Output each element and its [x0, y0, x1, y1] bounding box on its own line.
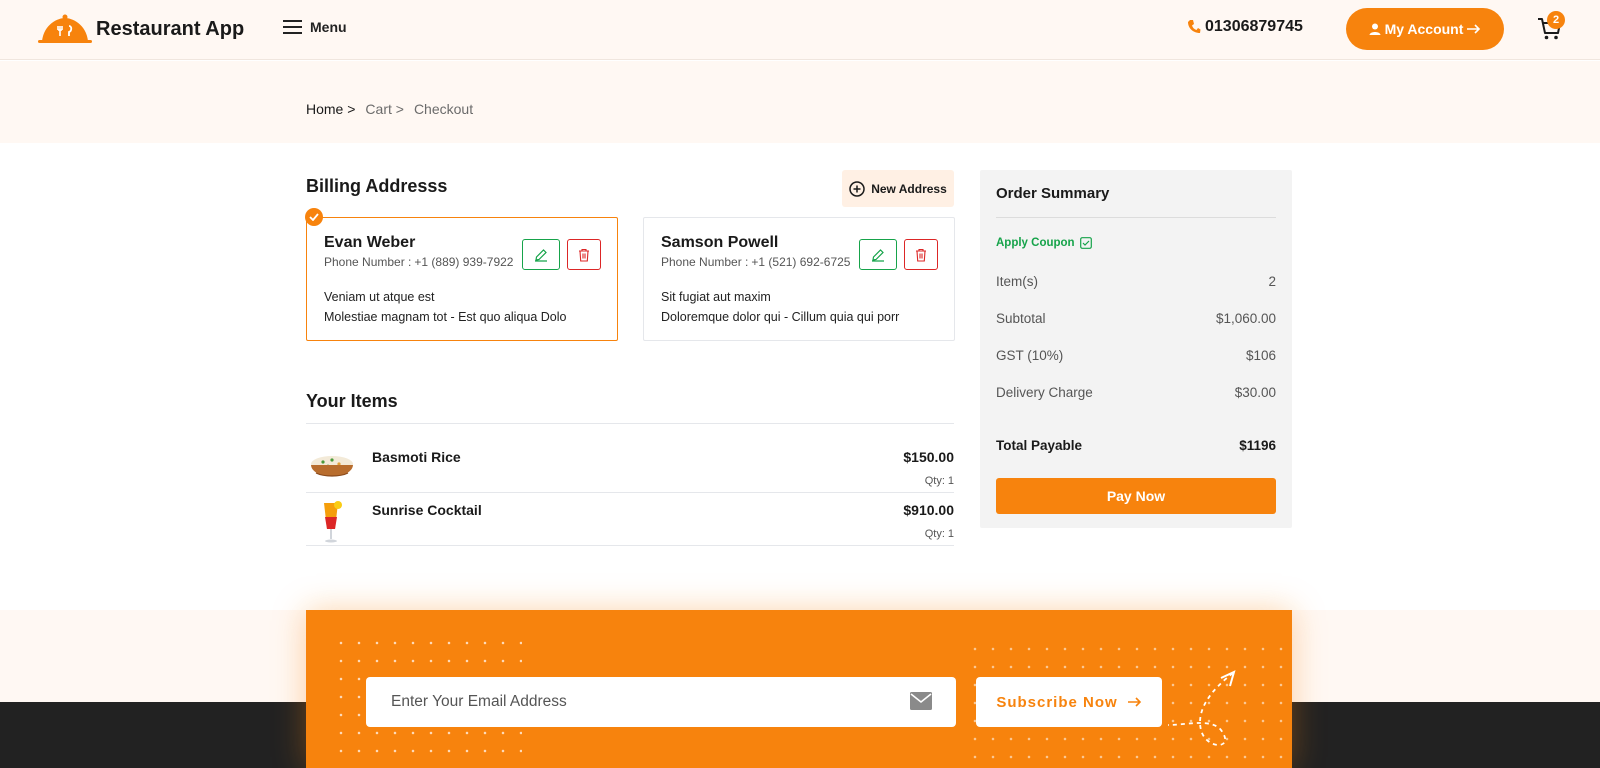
list-item: Sunrise Cocktail $910.00 Qty: 1	[306, 493, 954, 546]
address-phone: Phone Number : +1 (889) 939-7922	[324, 255, 513, 269]
arrow-right-icon	[1127, 697, 1141, 707]
delete-address-button[interactable]	[567, 239, 601, 270]
item-name: Sunrise Cocktail	[372, 502, 482, 518]
address-phone-value: +1 (521) 692-6725	[751, 255, 851, 269]
email-field[interactable]	[391, 693, 871, 711]
summary-row-gst: GST (10%) $106	[996, 348, 1276, 363]
your-items-title: Your Items	[306, 391, 398, 411]
summary-label: GST (10%)	[996, 348, 1064, 363]
newsletter-banner: Subscribe Now	[306, 610, 1292, 768]
address-phone: Phone Number : +1 (521) 692-6725	[661, 255, 850, 269]
address-name: Evan Weber	[324, 234, 416, 251]
subscribe-label: Subscribe Now	[996, 693, 1118, 711]
user-icon	[1369, 23, 1381, 35]
item-qty: Qty: 1	[925, 475, 954, 487]
pay-now-button[interactable]: Pay Now	[996, 478, 1276, 514]
address-card[interactable]: Evan Weber Phone Number : +1 (889) 939-7…	[306, 217, 618, 341]
total-value: $1196	[1239, 438, 1276, 453]
summary-value: $1,060.00	[1215, 311, 1276, 326]
summary-label: Item(s)	[996, 274, 1038, 289]
phone-prefix-label: Phone Number :	[661, 255, 749, 269]
summary-row-delivery: Delivery Charge $30.00	[996, 385, 1276, 400]
summary-label: Subtotal	[996, 311, 1046, 326]
phone-number: 01306879745	[1205, 18, 1303, 35]
address-card[interactable]: Samson Powell Phone Number : +1 (521) 69…	[643, 217, 955, 341]
coupon-check-icon	[1079, 237, 1092, 249]
item-qty: Qty: 1	[925, 528, 954, 540]
new-address-label: New Address	[871, 181, 947, 196]
item-qty-value: 1	[947, 475, 954, 487]
address-line-1: Veniam ut atque est	[324, 290, 435, 304]
app-name: Restaurant App	[96, 17, 245, 40]
menu-button[interactable]: Menu	[283, 19, 347, 35]
item-qty-value: 1	[947, 528, 954, 540]
phone-contact[interactable]: 01306879745	[1187, 18, 1303, 36]
pencil-icon	[872, 248, 884, 262]
paper-plane-doodle-icon	[1167, 670, 1236, 746]
breadcrumb-home[interactable]: Home >	[306, 101, 355, 117]
list-item: Basmoti Rice $150.00 Qty: 1	[306, 440, 954, 493]
breadcrumb-band: Home > Cart > Checkout	[0, 61, 1600, 143]
plus-circle-icon	[849, 180, 865, 197]
item-price: $150.00	[903, 449, 954, 465]
qty-prefix-label: Qty:	[924, 475, 945, 487]
summary-value: 2	[1268, 274, 1276, 289]
summary-row-subtotal: Subtotal $1,060.00	[996, 311, 1276, 326]
envelope-icon	[910, 692, 932, 710]
phone-icon	[1188, 20, 1201, 33]
address-name: Samson Powell	[661, 234, 779, 251]
order-summary-title: Order Summary	[996, 185, 1110, 202]
cloche-logo-icon	[38, 14, 92, 44]
new-address-button[interactable]: New Address	[842, 170, 954, 207]
subscribe-button[interactable]: Subscribe Now	[976, 677, 1162, 727]
qty-prefix-label: Qty:	[924, 528, 945, 540]
edit-address-button[interactable]	[522, 239, 560, 270]
divider	[996, 217, 1276, 218]
pencil-icon	[535, 248, 547, 262]
email-field-container	[366, 677, 956, 727]
billing-title: Billing Addresss	[306, 176, 448, 196]
edit-address-button[interactable]	[859, 239, 897, 270]
summary-value: $30.00	[1234, 385, 1276, 400]
address-phone-value: +1 (889) 939-7922	[414, 255, 514, 269]
arrow-right-icon	[1467, 24, 1481, 34]
menu-label: Menu	[310, 19, 347, 35]
apply-coupon-link[interactable]: Apply Coupon	[996, 237, 1092, 249]
item-name: Basmoti Rice	[372, 449, 461, 465]
cart-count-badge: 2	[1547, 11, 1565, 29]
breadcrumb-cart[interactable]: Cart >	[365, 101, 404, 117]
summary-label: Delivery Charge	[996, 385, 1093, 400]
summary-row-items: Item(s) 2	[996, 274, 1276, 289]
summary-row-total: Total Payable $1196	[996, 438, 1276, 453]
address-line-2: Doloremque dolor qui - Cillum quia qui p…	[661, 310, 900, 324]
my-account-button[interactable]: My Account	[1346, 8, 1504, 50]
total-label: Total Payable	[996, 438, 1083, 453]
summary-value: $106	[1245, 348, 1276, 363]
my-account-label: My Account	[1384, 21, 1464, 37]
order-summary-panel: Order Summary Apply Coupon Item(s) 2 Sub…	[980, 170, 1292, 528]
rice-bowl-image	[308, 446, 356, 490]
hamburger-icon	[283, 20, 302, 34]
address-line-1: Sit fugiat aut maxim	[661, 290, 771, 304]
delete-address-button[interactable]	[904, 239, 938, 270]
trash-icon	[579, 248, 589, 262]
top-header: Restaurant App Menu 01306879745 My Accou…	[0, 0, 1600, 60]
phone-prefix-label: Phone Number :	[324, 255, 412, 269]
brand-logo[interactable]: Restaurant App	[38, 14, 244, 44]
apply-coupon-label: Apply Coupon	[996, 237, 1075, 249]
trash-icon	[916, 248, 926, 262]
item-price: $910.00	[903, 502, 954, 518]
selected-check-icon	[305, 208, 323, 226]
breadcrumb-checkout: Checkout	[413, 101, 474, 117]
breadcrumb: Home > Cart > Checkout	[306, 101, 473, 117]
address-line-2: Molestiae magnam tot - Est quo aliqua Do…	[324, 310, 567, 324]
divider	[306, 423, 954, 424]
cocktail-image	[308, 499, 356, 543]
